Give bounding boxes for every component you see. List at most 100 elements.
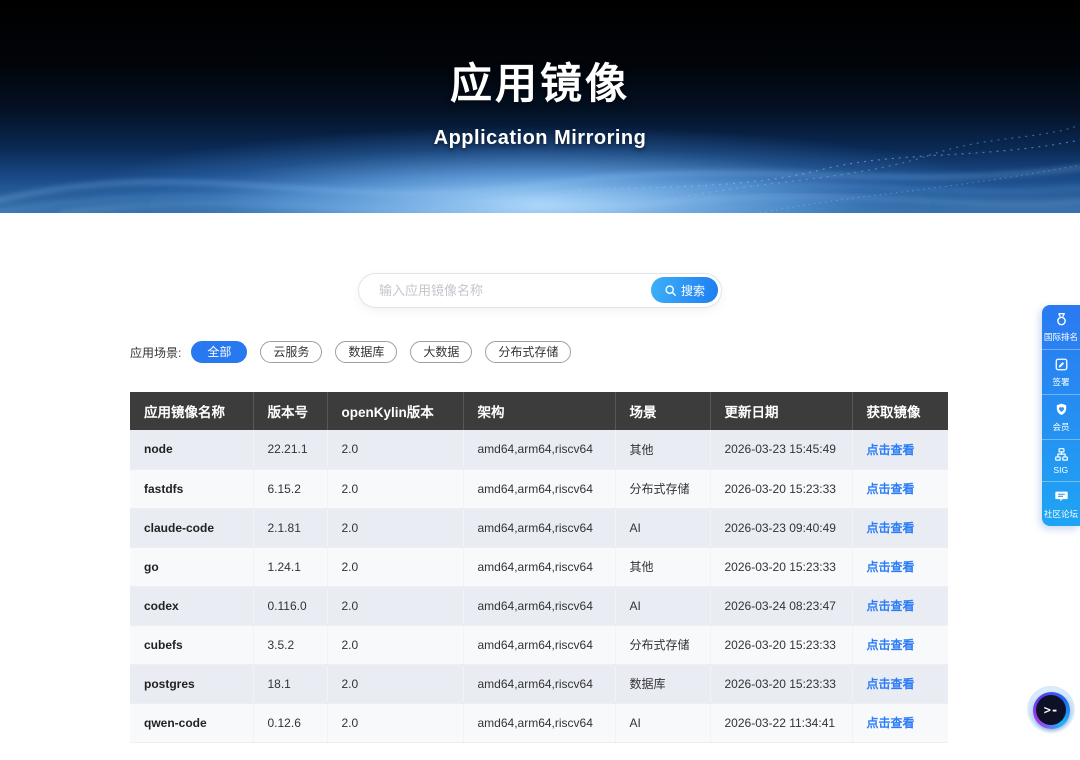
cell-arch: amd64,arm64,riscv64	[463, 586, 615, 625]
cell-name: node	[130, 430, 253, 469]
cell-name: claude-code	[130, 508, 253, 547]
cell-scene: 分布式存储	[615, 625, 710, 664]
scene-filter-row: 应用场景: 全部云服务数据库大数据分布式存储	[130, 341, 1080, 363]
cell-version: 0.12.6	[253, 703, 327, 742]
table-row: fastdfs6.15.22.0amd64,arm64,riscv64分布式存储…	[130, 469, 948, 508]
view-image-link[interactable]: 点击查看	[867, 521, 915, 535]
view-image-link[interactable]: 点击查看	[867, 677, 915, 691]
cell-name: codex	[130, 586, 253, 625]
signature-icon	[1054, 357, 1069, 372]
cell-arch: amd64,arm64,riscv64	[463, 547, 615, 586]
table-header-row: 应用镜像名称版本号openKylin版本架构场景更新日期获取镜像	[130, 392, 948, 430]
table-row: codex0.116.02.0amd64,arm64,riscv64AI2026…	[130, 586, 948, 625]
cell-arch: amd64,arm64,riscv64	[463, 469, 615, 508]
cell-arch: amd64,arm64,riscv64	[463, 508, 615, 547]
cell-version: 1.24.1	[253, 547, 327, 586]
cell-version: 2.1.81	[253, 508, 327, 547]
cell-scene: 其他	[615, 547, 710, 586]
search-button-label: 搜索	[681, 282, 705, 299]
cell-action: 点击查看	[852, 547, 948, 586]
cell-action: 点击查看	[852, 703, 948, 742]
cell-scene: 数据库	[615, 664, 710, 703]
sidebar-item-1[interactable]: 签署	[1042, 349, 1080, 394]
sidebar-item-2[interactable]: 会员	[1042, 394, 1080, 439]
cell-action: 点击查看	[852, 508, 948, 547]
cell-openkylin-version: 2.0	[327, 547, 463, 586]
ai-assistant-button[interactable]: >-	[1027, 686, 1075, 734]
cell-version: 0.116.0	[253, 586, 327, 625]
cell-openkylin-version: 2.0	[327, 703, 463, 742]
cell-action: 点击查看	[852, 469, 948, 508]
view-image-link[interactable]: 点击查看	[867, 443, 915, 457]
cell-scene: 分布式存储	[615, 469, 710, 508]
cell-openkylin-version: 2.0	[327, 625, 463, 664]
cell-version: 6.15.2	[253, 469, 327, 508]
view-image-link[interactable]: 点击查看	[867, 716, 915, 730]
table-row: go1.24.12.0amd64,arm64,riscv64其他2026-03-…	[130, 547, 948, 586]
medal-icon	[1054, 312, 1069, 327]
cell-openkylin-version: 2.0	[327, 430, 463, 469]
member-icon	[1054, 402, 1069, 417]
filter-chip-2[interactable]: 数据库	[335, 341, 397, 363]
cell-name: cubefs	[130, 625, 253, 664]
cell-updated: 2026-03-23 15:45:49	[710, 430, 852, 469]
filter-chip-3[interactable]: 大数据	[410, 341, 472, 363]
sidebar-item-label: SIG	[1054, 465, 1069, 475]
sidebar-item-label: 社区论坛	[1044, 507, 1078, 519]
filter-chip-group: 全部云服务数据库大数据分布式存储	[191, 341, 571, 363]
sidebar-item-4[interactable]: 社区论坛	[1042, 481, 1080, 526]
cell-openkylin-version: 2.0	[327, 469, 463, 508]
cell-openkylin-version: 2.0	[327, 508, 463, 547]
column-header: 获取镜像	[852, 392, 948, 430]
view-image-link[interactable]: 点击查看	[867, 482, 915, 496]
assistant-gradient-ring: >-	[1033, 692, 1070, 729]
cell-openkylin-version: 2.0	[327, 664, 463, 703]
cell-scene: AI	[615, 586, 710, 625]
column-header: 应用镜像名称	[130, 392, 253, 430]
cell-updated: 2026-03-20 15:23:33	[710, 469, 852, 508]
filter-chip-0[interactable]: 全部	[191, 341, 247, 363]
cell-action: 点击查看	[852, 586, 948, 625]
cell-updated: 2026-03-20 15:23:33	[710, 625, 852, 664]
terminal-prompt-icon: >-	[1036, 695, 1066, 725]
cell-action: 点击查看	[852, 430, 948, 469]
search-button[interactable]: 搜索	[651, 277, 718, 303]
table-row: node22.21.12.0amd64,arm64,riscv64其他2026-…	[130, 430, 948, 469]
page-title: 应用镜像	[0, 50, 1080, 111]
floating-sidebar: 国际排名签署会员 SIG 社区论坛	[1042, 305, 1080, 526]
cell-updated: 2026-03-23 09:40:49	[710, 508, 852, 547]
hero-banner: 应用镜像 Application Mirroring	[0, 0, 1080, 213]
cell-openkylin-version: 2.0	[327, 586, 463, 625]
table-row: qwen-code0.12.62.0amd64,arm64,riscv64AI2…	[130, 703, 948, 742]
cell-arch: amd64,arm64,riscv64	[463, 430, 615, 469]
table-row: claude-code2.1.812.0amd64,arm64,riscv64A…	[130, 508, 948, 547]
cell-updated: 2026-03-20 15:23:33	[710, 547, 852, 586]
cell-scene: AI	[615, 508, 710, 547]
sidebar-item-label: 签署	[1052, 375, 1069, 387]
column-header: 场景	[615, 392, 710, 430]
cell-name: go	[130, 547, 253, 586]
cell-action: 点击查看	[852, 664, 948, 703]
cell-arch: amd64,arm64,riscv64	[463, 664, 615, 703]
view-image-link[interactable]: 点击查看	[867, 638, 915, 652]
cell-updated: 2026-03-22 11:34:41	[710, 703, 852, 742]
filter-chip-4[interactable]: 分布式存储	[485, 341, 571, 363]
cell-arch: amd64,arm64,riscv64	[463, 625, 615, 664]
cell-arch: amd64,arm64,riscv64	[463, 703, 615, 742]
column-header: 版本号	[253, 392, 327, 430]
filter-label: 应用场景:	[130, 344, 181, 361]
table-row: postgres18.12.0amd64,arm64,riscv64数据库202…	[130, 664, 948, 703]
cell-version: 3.5.2	[253, 625, 327, 664]
cell-name: postgres	[130, 664, 253, 703]
cell-scene: AI	[615, 703, 710, 742]
table-row: cubefs3.5.22.0amd64,arm64,riscv64分布式存储20…	[130, 625, 948, 664]
sidebar-item-3[interactable]: SIG	[1042, 439, 1080, 481]
view-image-link[interactable]: 点击查看	[867, 560, 915, 574]
cell-name: fastdfs	[130, 469, 253, 508]
search-icon	[664, 284, 677, 297]
view-image-link[interactable]: 点击查看	[867, 599, 915, 613]
sidebar-item-0[interactable]: 国际排名	[1042, 305, 1080, 349]
cell-updated: 2026-03-20 15:23:33	[710, 664, 852, 703]
cell-action: 点击查看	[852, 625, 948, 664]
filter-chip-1[interactable]: 云服务	[260, 341, 322, 363]
